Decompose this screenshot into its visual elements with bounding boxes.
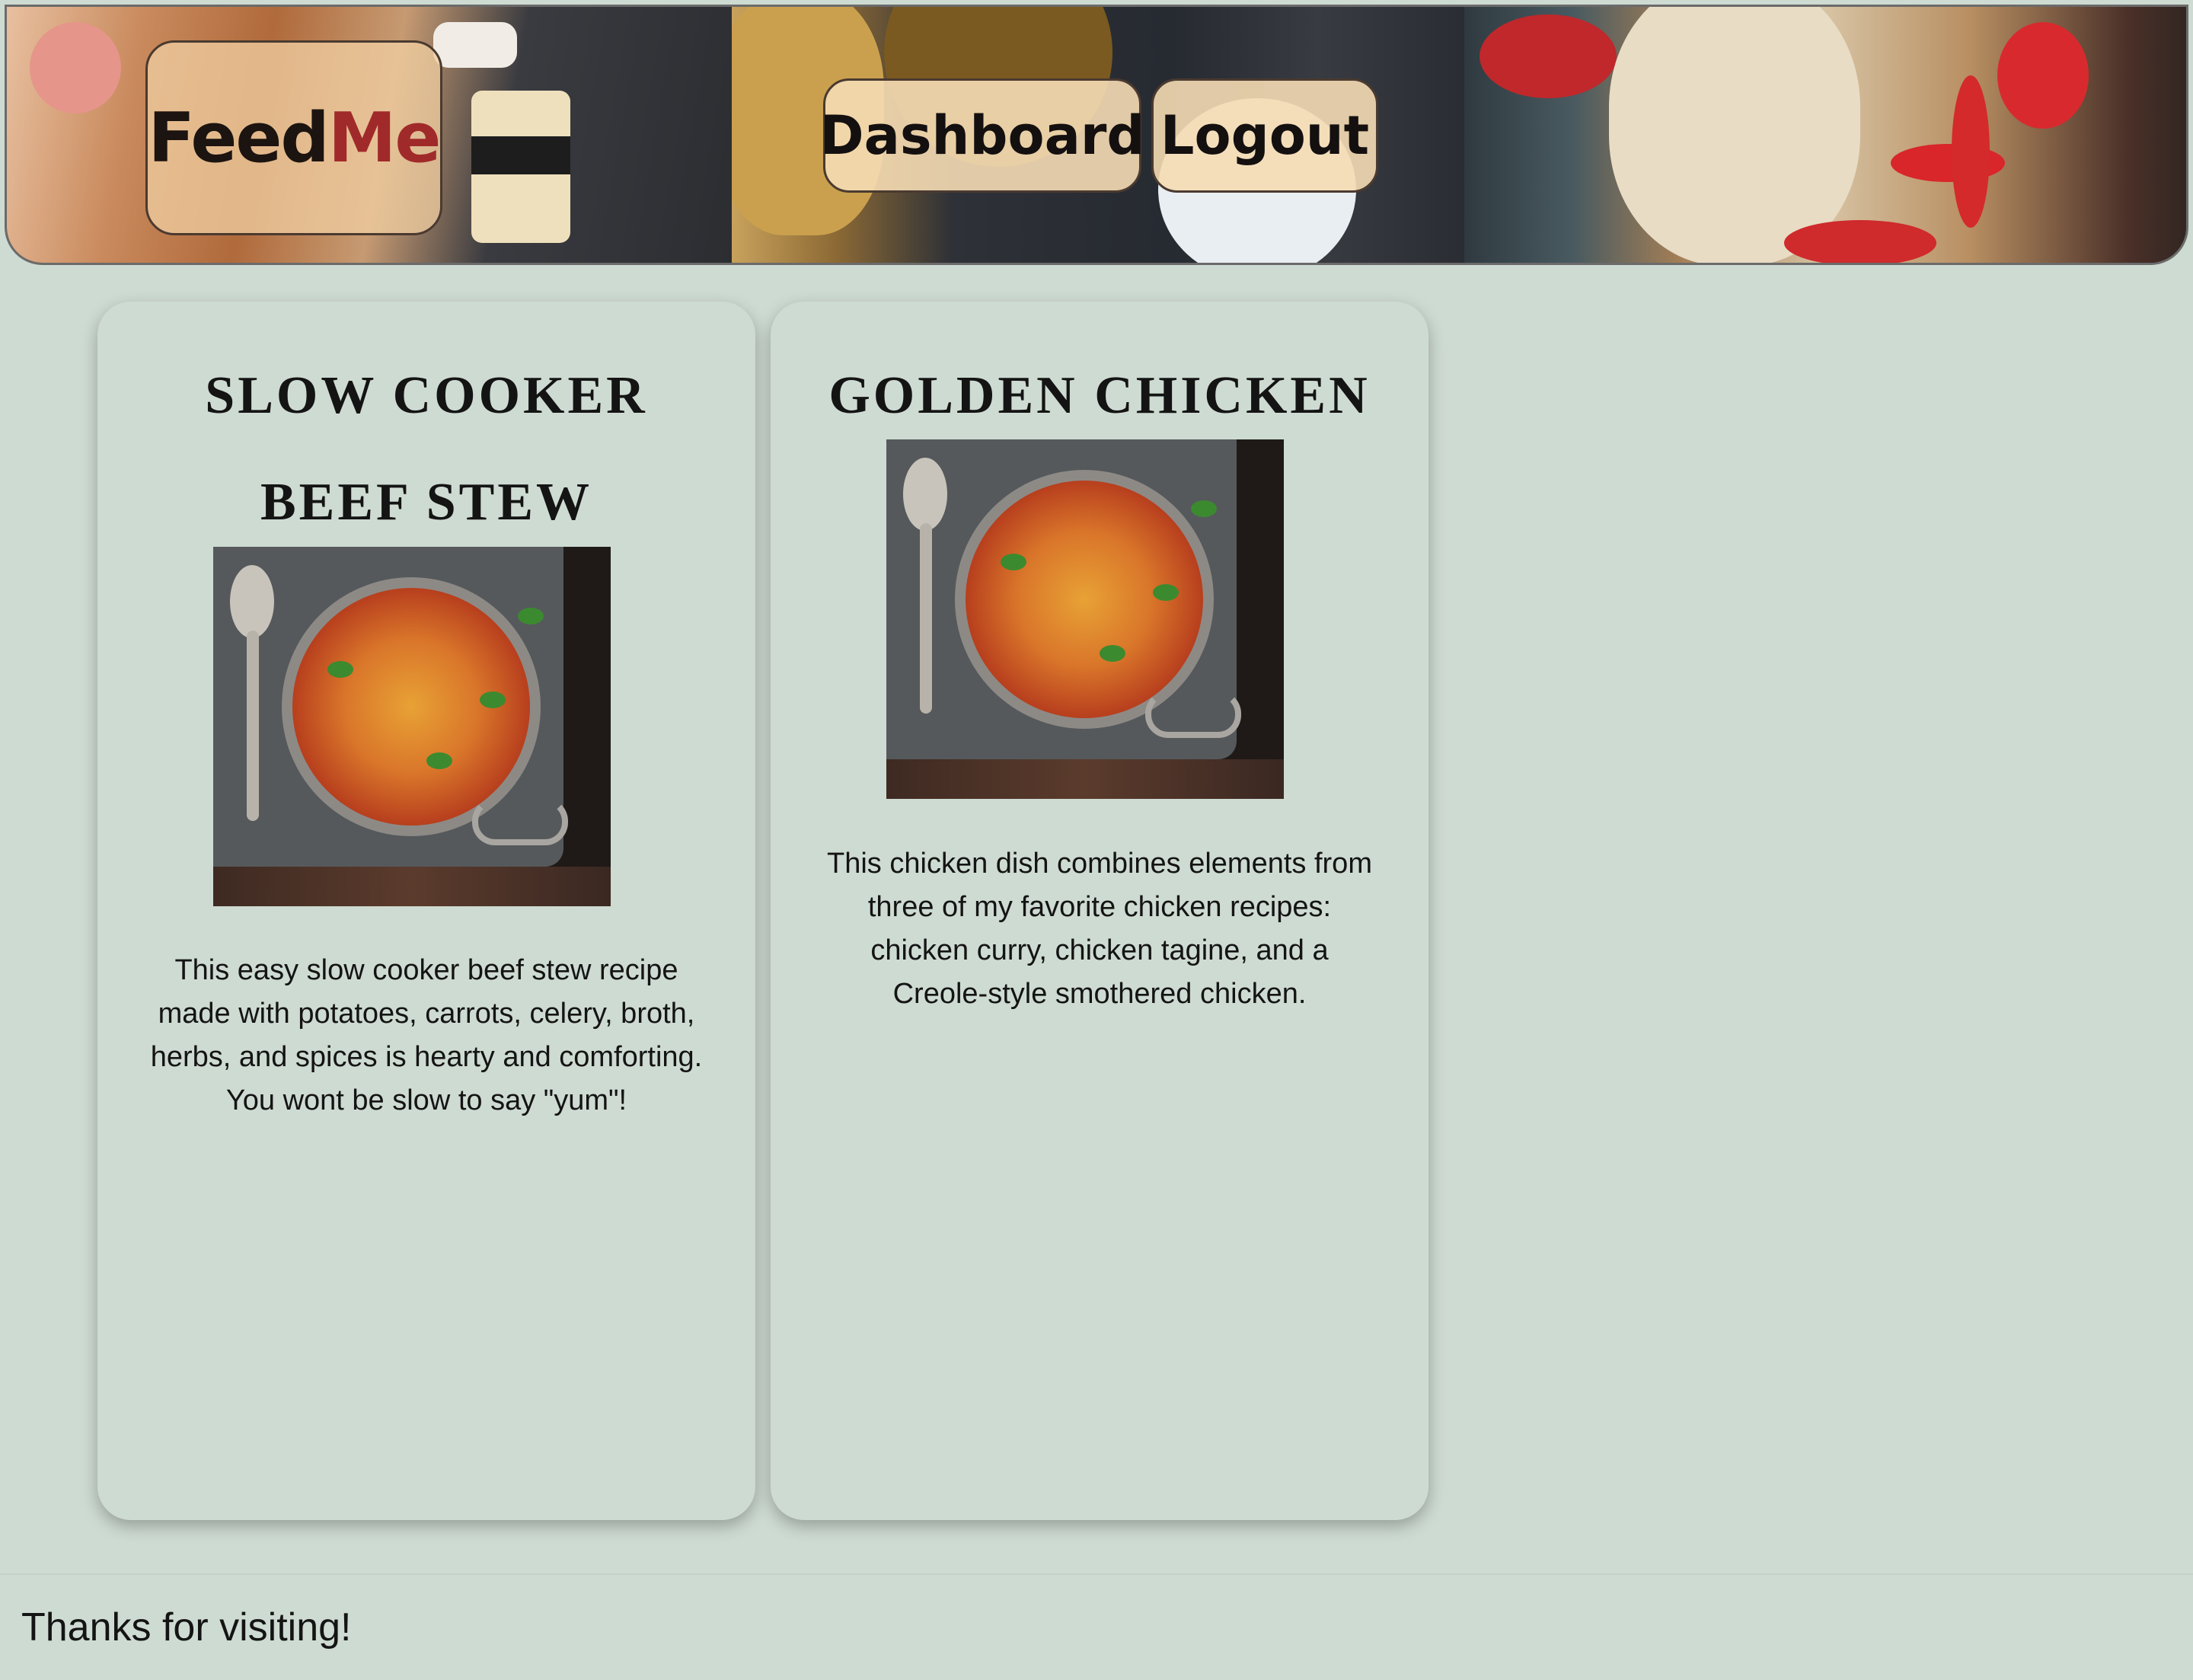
image-basil-leaf [480, 691, 506, 708]
recipe-image[interactable] [886, 439, 1284, 799]
recipe-card[interactable]: GOLDEN CHICKEN This chicken dish combine… [771, 302, 1428, 1520]
recipe-title: GOLDEN CHICKEN [771, 343, 1428, 449]
recipe-title-line: SLOW COOKER [205, 366, 648, 425]
image-basil-leaf [327, 661, 353, 678]
image-basil-leaf [1191, 500, 1217, 517]
image-basil-leaf [1001, 554, 1026, 570]
image-spoon-stem [247, 631, 259, 821]
feedme-logo[interactable]: Feed Me [145, 40, 442, 235]
recipe-title: SLOW COOKER BEEF STEW [97, 343, 755, 556]
logo-text-feed: Feed [148, 97, 330, 178]
image-spoon [230, 565, 274, 638]
recipe-image[interactable] [213, 547, 611, 906]
recipe-description: This easy slow cooker beef stew recipe m… [150, 954, 703, 1116]
image-pan-handle [1145, 691, 1241, 738]
image-wood-table [213, 867, 611, 906]
banner-photo-toast [1464, 7, 2186, 263]
page: Feed Me Dashboard Logout SLOW COOKER BEEF… [0, 0, 2193, 1680]
footer-text: Thanks for visiting! [21, 1605, 352, 1650]
image-spoon-stem [920, 523, 932, 714]
image-spoon [903, 458, 947, 531]
image-basil-leaf [518, 608, 544, 624]
footer-divider [0, 1573, 2193, 1575]
header-banner: Feed Me Dashboard Logout [5, 5, 2188, 265]
recipe-title-line: GOLDEN CHICKEN [828, 366, 1371, 425]
image-wood-table [886, 759, 1284, 799]
dashboard-button[interactable]: Dashboard [820, 78, 1144, 193]
image-basil-leaf [426, 752, 452, 769]
recipe-title-line: BEEF STEW [260, 473, 593, 532]
logout-button[interactable]: Logout [1151, 78, 1378, 193]
recipe-card[interactable]: SLOW COOKER BEEF STEW This easy slow coo… [97, 302, 755, 1520]
recipe-description: This chicken dish combines elements from… [827, 848, 1372, 1010]
image-basil-leaf [1100, 645, 1125, 662]
image-basil-leaf [1153, 584, 1179, 601]
image-pan-handle [472, 798, 568, 845]
logo-text-me: Me [327, 97, 442, 178]
